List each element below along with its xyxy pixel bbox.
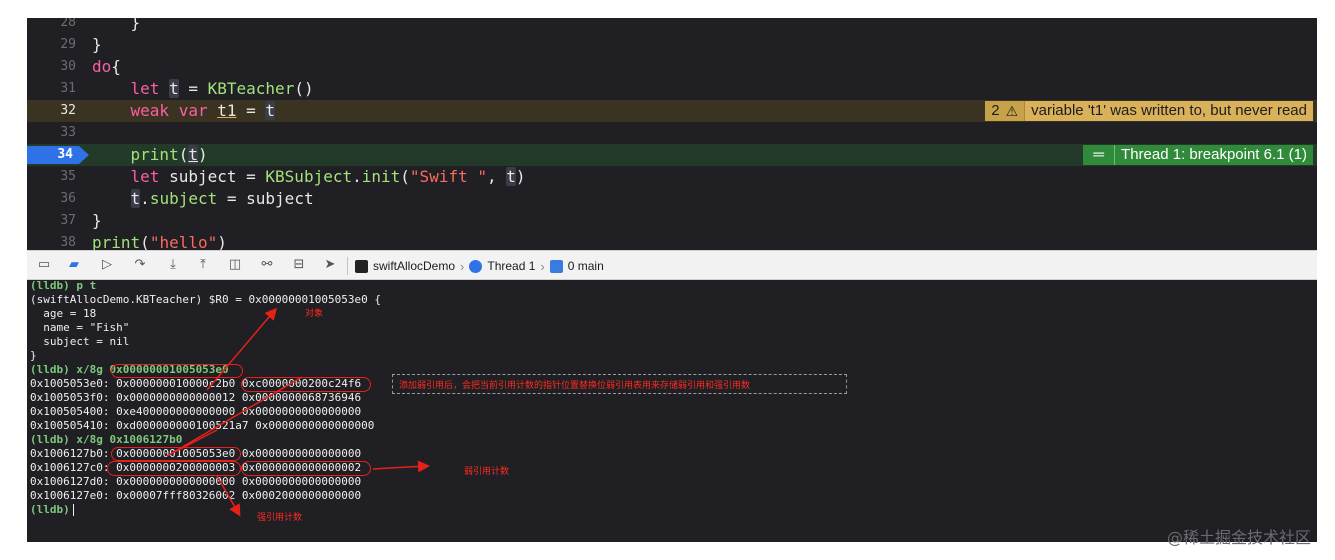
code-text: } xyxy=(92,211,102,230)
simulate-location-icon[interactable]: ➤ xyxy=(322,258,338,272)
step-into-icon[interactable]: ⤓ xyxy=(165,258,181,272)
code-text: } xyxy=(92,35,102,54)
breadcrumb: swiftAllocDemo › Thread 1 › 0 main xyxy=(355,251,604,281)
line-number: 30 xyxy=(60,59,76,74)
continue-icon[interactable]: ▷ xyxy=(99,258,115,272)
code-line-29[interactable]: 29 } xyxy=(27,34,1317,56)
code-line-33[interactable]: 33 xyxy=(27,122,1317,144)
source-editor[interactable]: 28 } 29 } 30 do{ 31 let t = KBTeacher() … xyxy=(27,18,1317,252)
memory-graph-icon[interactable]: ⚯ xyxy=(259,258,275,272)
code-line-30[interactable]: 30 do{ xyxy=(27,56,1317,78)
toolbar-divider xyxy=(347,257,348,275)
frame-person-icon xyxy=(549,259,563,273)
line-number: 37 xyxy=(60,213,76,228)
code-text: } xyxy=(92,18,141,32)
breadcrumb-process[interactable]: swiftAllocDemo xyxy=(355,259,455,273)
thread-indicator-icon: ═ xyxy=(1083,145,1116,165)
lldb-console[interactable]: (lldb) p t (swiftAllocDemo.KBTeacher) $R… xyxy=(27,279,1317,542)
debug-toolbar: ▭ ▰ ▷ ↷ ⤓ ⤒ ◫ ⚯ ⊟ ➤ swiftAllocDemo › Thr… xyxy=(27,250,1317,280)
code-line-37[interactable]: 37 } xyxy=(27,210,1317,232)
line-number: 34 xyxy=(57,147,73,162)
breakpoints-toggle-icon[interactable]: ▰ xyxy=(66,258,82,272)
line-number: 31 xyxy=(60,81,76,96)
code-text: do{ xyxy=(92,57,121,76)
breakpoint-badge[interactable]: ═ Thread 1: breakpoint 6.1 (1) xyxy=(1083,145,1313,165)
view-hierarchy-icon[interactable]: ◫ xyxy=(227,258,243,272)
warning-message: variable 't1' was written to, but never … xyxy=(1024,101,1313,121)
breadcrumb-label: Thread 1 xyxy=(487,259,536,273)
line-number: 33 xyxy=(60,125,76,140)
code-line-32-warning[interactable]: 32 weak var t1 = t 2 ⚠ variable 't1' was… xyxy=(27,100,1317,122)
code-line-34-breakpoint[interactable]: 34 print(t) ═ Thread 1: breakpoint 6.1 (… xyxy=(27,144,1317,166)
thread-icon xyxy=(469,259,483,273)
watermark: @稀土掘金技术社区 xyxy=(1166,528,1311,547)
step-over-icon[interactable]: ↷ xyxy=(132,258,148,272)
warning-count: 2 xyxy=(991,102,1000,119)
hide-debug-area-icon[interactable]: ▭ xyxy=(36,258,52,272)
step-out-icon[interactable]: ⤒ xyxy=(195,258,211,272)
line-number: 29 xyxy=(60,37,76,52)
code-line-35[interactable]: 35 let subject = KBSubject.init("Swift "… xyxy=(27,166,1317,188)
code-line-36[interactable]: 36 t.subject = subject xyxy=(27,188,1317,210)
line-number: 36 xyxy=(60,191,76,206)
breakpoint-message: Thread 1: breakpoint 6.1 (1) xyxy=(1121,146,1307,163)
chevron-right-icon: › xyxy=(460,258,465,274)
code-text: weak var t1 = t xyxy=(130,101,276,120)
line-number: 28 xyxy=(60,18,76,30)
code-text: t.subject = subject xyxy=(130,189,314,208)
chevron-right-icon: › xyxy=(540,258,545,274)
breadcrumb-label: 0 main xyxy=(567,259,604,273)
code-text: let t = KBTeacher() xyxy=(130,79,314,98)
breakpoint-marker[interactable]: 34 xyxy=(27,146,89,164)
breadcrumb-frame[interactable]: 0 main xyxy=(549,259,604,273)
warning-badge[interactable]: 2 ⚠ variable 't1' was written to, but ne… xyxy=(985,101,1313,121)
line-number: 35 xyxy=(60,169,76,184)
environment-overrides-icon[interactable]: ⊟ xyxy=(291,258,307,272)
line-number: 32 xyxy=(60,103,76,118)
code-line-28[interactable]: 28 } xyxy=(27,18,1317,34)
code-line-31[interactable]: 31 let t = KBTeacher() xyxy=(27,78,1317,100)
annotation-arrows xyxy=(166,307,430,517)
warning-triangle-icon: ⚠ xyxy=(1005,103,1019,119)
breadcrumb-label: swiftAllocDemo xyxy=(373,259,456,273)
code-text: let subject = KBSubject.init("Swift ", t… xyxy=(130,167,526,186)
xcode-window: 28 } 29 } 30 do{ 31 let t = KBTeacher() … xyxy=(27,18,1317,542)
breadcrumb-thread[interactable]: Thread 1 xyxy=(469,259,535,273)
terminal-app-icon xyxy=(355,259,368,273)
code-text: print(t) xyxy=(130,145,208,164)
